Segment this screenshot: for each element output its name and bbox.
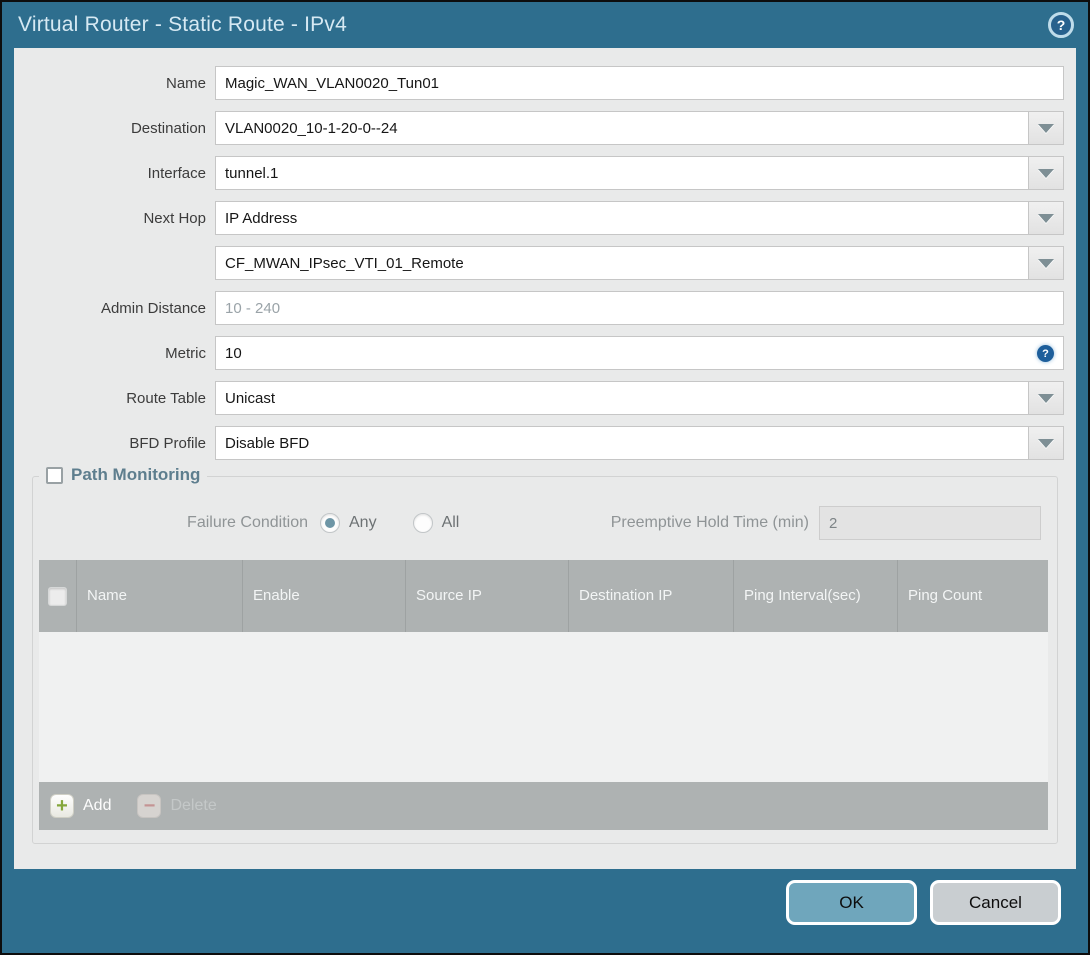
destination-row: Destination [14,111,1076,145]
preemptive-hold-label: Preemptive Hold Time (min) [610,514,809,531]
interface-input[interactable] [215,156,1029,190]
dialog-footer: OK Cancel [2,867,1088,953]
bfd-profile-input[interactable] [215,426,1029,460]
chevron-down-icon [1038,123,1054,133]
destination-input[interactable] [215,111,1029,145]
add-button-label: Add [83,797,112,814]
table-header: Name Enable Source IP Destination IP Pin… [39,560,1048,632]
column-header-source-ip: Source IP [405,560,568,632]
add-button[interactable]: + Add [50,794,111,818]
minus-icon: − [137,794,162,818]
next-hop-dropdown-button[interactable] [1029,201,1064,235]
destination-dropdown-button[interactable] [1029,111,1064,145]
help-icon[interactable]: ? [1048,12,1074,38]
column-header-ping-interval: Ping Interval(sec) [733,560,897,632]
table-toolbar: + Add − Delete [39,782,1048,830]
destination-label: Destination [130,119,206,137]
info-icon[interactable]: ? [1037,345,1054,362]
name-label: Name [165,74,206,92]
preemptive-hold-input [819,506,1041,540]
column-header-name: Name [76,560,242,632]
failure-condition-radio-all[interactable] [412,513,433,533]
chevron-down-icon [1038,213,1054,223]
chevron-down-icon [1038,438,1054,448]
column-header-destination-ip: Destination IP [568,560,733,632]
cancel-button[interactable]: Cancel [930,880,1061,925]
admin-distance-input[interactable] [215,291,1064,325]
radio-all-label: All [441,514,460,531]
next-hop-address-row [14,246,1076,280]
interface-row: Interface [14,156,1076,190]
chevron-down-icon [1038,258,1054,268]
failure-condition-label: Failure Condition [187,514,308,531]
metric-input[interactable] [215,336,1064,370]
select-all-checkbox[interactable] [48,586,67,606]
interface-dropdown-button[interactable] [1029,156,1064,190]
title-bar: Virtual Router - Static Route - IPv4 ? [2,2,1088,48]
metric-label: Metric [165,344,206,362]
bfd-profile-row: BFD Profile [14,426,1076,460]
chevron-down-icon [1038,168,1054,178]
delete-button-label: Delete [170,797,217,814]
next-hop-label: Next Hop [143,209,206,227]
path-monitoring-legend: Path Monitoring [39,465,208,485]
ok-button[interactable]: OK [786,880,917,925]
table-body-empty [39,632,1048,782]
route-table-dropdown-button[interactable] [1029,381,1064,415]
metric-row: Metric ? [14,336,1076,370]
chevron-down-icon [1038,393,1054,403]
plus-icon: + [50,794,74,818]
path-monitoring-checkbox[interactable] [46,466,63,484]
name-input[interactable] [215,66,1064,100]
dialog-title: Virtual Router - Static Route - IPv4 [18,13,347,36]
path-monitoring-title: Path Monitoring [71,465,201,484]
column-header-ping-count: Ping Count [897,560,1048,632]
radio-any-label: Any [349,514,377,531]
path-monitoring-section: Path Monitoring Failure Condition Any Al… [32,465,1058,844]
path-monitoring-table: Name Enable Source IP Destination IP Pin… [39,560,1048,830]
next-hop-row: Next Hop [14,201,1076,235]
failure-condition-row: Failure Condition Any All Preemptive Hol… [33,506,1057,540]
admin-distance-label: Admin Distance [100,299,206,317]
failure-condition-radio-any[interactable] [320,513,340,533]
column-header-enable: Enable [242,560,405,632]
next-hop-address-input[interactable] [215,246,1029,280]
delete-button: − Delete [137,794,217,818]
bfd-profile-label: BFD Profile [129,434,206,452]
dialog-content: Name Destination Interface [14,48,1076,869]
bfd-profile-dropdown-button[interactable] [1029,426,1064,460]
static-route-dialog: Virtual Router - Static Route - IPv4 ? N… [0,0,1090,955]
next-hop-type-input[interactable] [215,201,1029,235]
admin-distance-row: Admin Distance [14,291,1076,325]
route-table-input[interactable] [215,381,1029,415]
next-hop-address-dropdown-button[interactable] [1029,246,1064,280]
route-table-label: Route Table [126,389,206,407]
route-table-row: Route Table [14,381,1076,415]
name-row: Name [14,66,1076,100]
interface-label: Interface [147,164,206,182]
